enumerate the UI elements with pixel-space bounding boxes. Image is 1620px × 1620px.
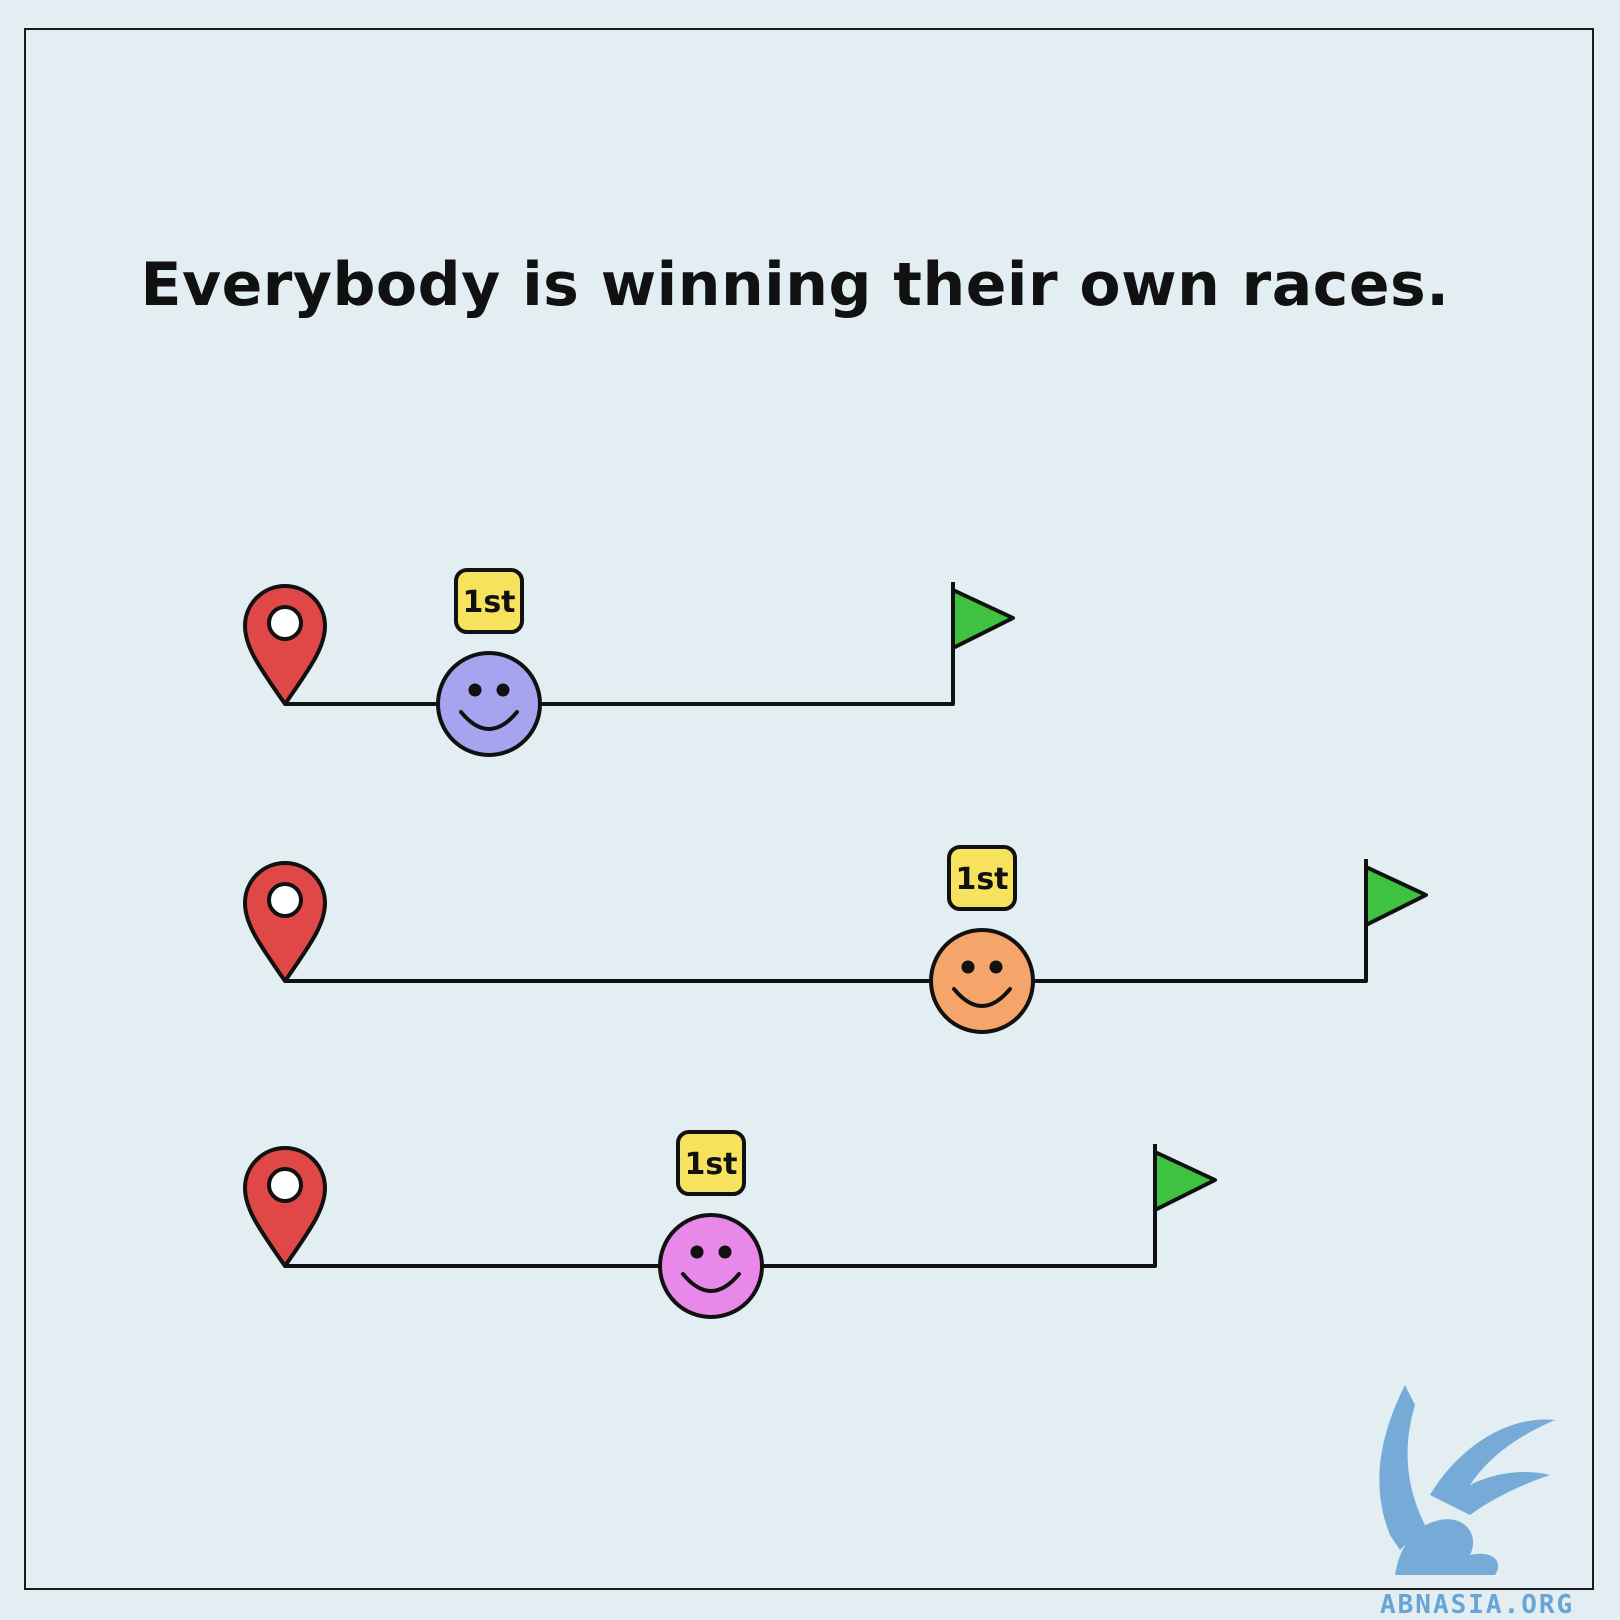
finish-flag-icon bbox=[1153, 1150, 1217, 1212]
rank-badge: 1st bbox=[947, 845, 1017, 911]
track-line bbox=[285, 582, 955, 706]
watermark-text: ABNASIA.ORG bbox=[1380, 1590, 1575, 1620]
location-pin-icon bbox=[243, 861, 327, 983]
rank-badge-label: 1st bbox=[955, 862, 1008, 897]
race-track: 1st bbox=[243, 568, 1015, 757]
rank-badge-label: 1st bbox=[462, 585, 515, 620]
finish-flag-icon bbox=[951, 588, 1015, 650]
griffin-logo bbox=[1379, 1385, 1555, 1575]
location-pin-icon bbox=[243, 1146, 327, 1268]
rank-badge: 1st bbox=[676, 1130, 746, 1196]
race-track: 1st bbox=[243, 845, 1428, 1034]
smiley-face-icon bbox=[436, 651, 542, 757]
location-pin-icon bbox=[243, 584, 327, 706]
finish-flag-icon bbox=[1364, 865, 1428, 927]
smiley-face-icon bbox=[658, 1213, 764, 1319]
rank-badge: 1st bbox=[454, 568, 524, 634]
smiley-face-icon bbox=[929, 928, 1035, 1034]
race-track: 1st bbox=[243, 1130, 1217, 1319]
rank-badge-label: 1st bbox=[684, 1147, 737, 1182]
track-line bbox=[285, 859, 1368, 983]
